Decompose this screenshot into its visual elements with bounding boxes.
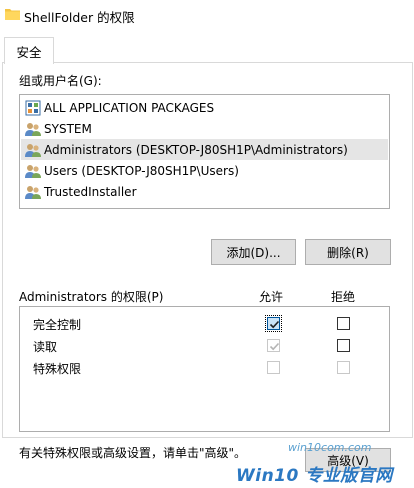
users-icon bbox=[25, 143, 41, 157]
watermark-brand: Win10 专业版官网 bbox=[236, 466, 393, 486]
check-icon bbox=[269, 320, 280, 329]
remove-button[interactable]: 删除(R) bbox=[305, 239, 391, 265]
principals-list[interactable]: ALL APPLICATION PACKAGES SYSTEM Administ… bbox=[19, 94, 390, 209]
principal-name: ALL APPLICATION PACKAGES bbox=[44, 100, 215, 115]
list-item[interactable]: Users (DESKTOP-J80SH1P\Users) bbox=[21, 160, 388, 181]
tab-strip: 安全 bbox=[0, 31, 414, 64]
principal-name: SYSTEM bbox=[44, 121, 92, 136]
permissions-title: Administrators 的权限(P) bbox=[19, 290, 164, 304]
permission-name: 读取 bbox=[33, 340, 58, 354]
full-control-deny-checkbox[interactable] bbox=[337, 317, 350, 330]
special-allow-checkbox[interactable] bbox=[267, 361, 280, 374]
watermark-site: win10com.com bbox=[288, 441, 372, 454]
check-icon bbox=[269, 342, 280, 351]
advanced-hint: 有关特殊权限或高级设置，请单击"高级"。 bbox=[19, 446, 247, 460]
permissions-list: 完全控制 读取 特殊权限 bbox=[19, 306, 390, 432]
special-deny-checkbox[interactable] bbox=[337, 361, 350, 374]
users-icon bbox=[25, 164, 41, 178]
read-allow-checkbox[interactable] bbox=[267, 339, 280, 352]
folder-icon bbox=[5, 9, 20, 20]
window-title: ShellFolder 的权限 bbox=[24, 10, 135, 25]
principal-name: TrustedInstaller bbox=[44, 184, 137, 199]
permission-name: 完全控制 bbox=[33, 318, 82, 332]
full-control-allow-checkbox[interactable] bbox=[265, 315, 282, 332]
add-button[interactable]: 添加(D)... bbox=[211, 239, 296, 265]
list-item-selected[interactable]: Administrators (DESKTOP-J80SH1P\Administ… bbox=[21, 139, 388, 160]
users-icon bbox=[25, 185, 41, 199]
users-icon bbox=[25, 122, 41, 136]
list-item[interactable]: ALL APPLICATION PACKAGES bbox=[21, 97, 388, 118]
allow-header: 允许 bbox=[259, 290, 284, 304]
read-deny-checkbox[interactable] bbox=[337, 339, 350, 352]
title-bar: ShellFolder 的权限 bbox=[0, 0, 414, 31]
list-item[interactable]: SYSTEM bbox=[21, 118, 388, 139]
tab-security[interactable]: 安全 bbox=[4, 37, 54, 64]
packages-icon bbox=[25, 100, 41, 115]
list-item[interactable]: TrustedInstaller bbox=[21, 181, 388, 202]
principal-name: Users (DESKTOP-J80SH1P\Users) bbox=[44, 163, 239, 178]
groups-label: 组或用户名(G): bbox=[19, 74, 102, 88]
permission-name: 特殊权限 bbox=[33, 362, 82, 376]
principal-name: Administrators (DESKTOP-J80SH1P\Administ… bbox=[44, 142, 348, 157]
deny-header: 拒绝 bbox=[331, 290, 356, 304]
